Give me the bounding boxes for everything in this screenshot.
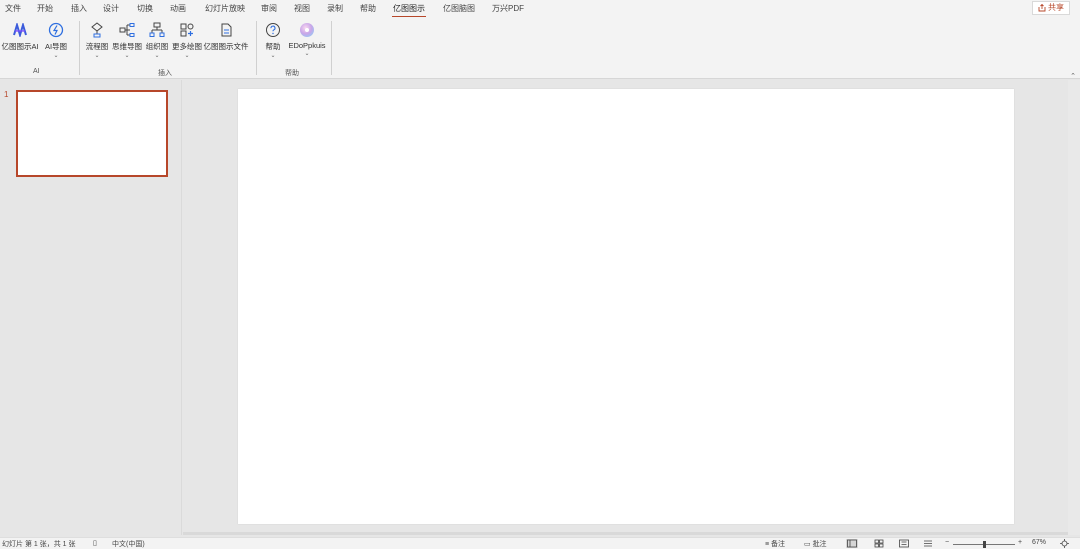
chevron-down-icon: ⌄ [304, 51, 310, 57]
zoom-slider-thumb[interactable] [983, 541, 986, 548]
zoom-in-icon[interactable]: + [1018, 539, 1022, 546]
ai-mindmap-button[interactable]: AI导图 ⌄ [41, 21, 71, 59]
fit-slide-icon[interactable] [1060, 539, 1069, 549]
mindmap-label: 思维导图 [112, 42, 142, 51]
group-label-help: 帮助 [285, 70, 299, 77]
language-status[interactable]: 中文(中国) [112, 539, 145, 549]
horizontal-scrollbar[interactable] [183, 532, 1068, 535]
orgchart-button[interactable]: 组织图 ⌄ [142, 21, 172, 59]
tab-home[interactable]: 开始 [37, 3, 53, 14]
edraw-file-icon [217, 21, 235, 39]
tab-insert[interactable]: 插入 [71, 3, 87, 14]
flowchart-button[interactable]: 流程图 ⌄ [82, 21, 112, 59]
ai-sparkle-icon [47, 21, 65, 39]
tab-view[interactable]: 视图 [294, 3, 310, 14]
tab-animations[interactable]: 动画 [170, 3, 186, 14]
slide-number: 1 [4, 90, 9, 99]
orgchart-icon [148, 21, 166, 39]
slide-sorter-icon[interactable] [873, 539, 885, 548]
slide-canvas[interactable] [238, 89, 1014, 524]
accessibility-icon[interactable]: ▯ [93, 539, 97, 547]
share-label: 共享 [1048, 3, 1064, 12]
group-separator [256, 21, 257, 75]
tab-help[interactable]: 帮助 [360, 3, 376, 14]
slideshow-view-icon[interactable] [922, 539, 934, 548]
edraw-ai-label: 亿图图示AI [1, 42, 39, 51]
group-separator [331, 21, 332, 75]
chevron-down-icon: ⌄ [53, 53, 59, 59]
zoom-out-icon[interactable]: − [945, 539, 949, 546]
help-icon [264, 21, 282, 39]
flowchart-icon [88, 21, 106, 39]
slide-count-status: 幻灯片 第 1 张，共 1 张 [2, 541, 76, 548]
ai-mindmap-label: AI导图 [44, 42, 68, 51]
help-label: 帮助 [265, 42, 281, 51]
slide-thumbnail[interactable] [16, 90, 168, 177]
flowchart-label: 流程图 [85, 42, 109, 51]
tab-edraw[interactable]: 亿图图示 [392, 3, 426, 18]
plugin-label: EDoPpkuis [288, 41, 326, 50]
tab-design[interactable]: 设计 [103, 3, 119, 14]
share-button[interactable]: 共享 [1032, 1, 1070, 15]
group-label-ai: AI [33, 68, 40, 75]
group-label-insert: 插入 [158, 70, 172, 77]
more-diagrams-button[interactable]: 更多绘图 ⌄ [172, 21, 202, 59]
edraw-file-label: 亿图图示文件 [203, 42, 249, 51]
edraw-ai-button[interactable]: 亿图图示AI [1, 21, 39, 52]
tab-wondershare-pdf[interactable]: 万兴PDF [492, 3, 524, 14]
chevron-down-icon: ⌄ [154, 53, 160, 59]
normal-view-icon[interactable] [846, 539, 858, 548]
tab-slideshow[interactable]: 幻灯片放映 [205, 3, 245, 14]
tab-record[interactable]: 录制 [327, 3, 343, 14]
mindmap-icon [118, 21, 136, 39]
tab-review[interactable]: 审阅 [261, 3, 277, 14]
vertical-scrollbar[interactable] [1068, 80, 1080, 535]
plugin-disc-icon [298, 21, 316, 39]
notes-button[interactable]: ≡ 备注 [765, 539, 785, 549]
tab-edraw-mind[interactable]: 亿图脑图 [443, 3, 475, 14]
orgchart-label: 组织图 [145, 42, 169, 51]
reading-view-icon[interactable] [898, 539, 910, 548]
tab-transitions[interactable]: 切换 [137, 3, 153, 14]
pane-divider[interactable] [181, 80, 182, 535]
edraw-file-button[interactable]: 亿图图示文件 [204, 21, 249, 52]
comments-button[interactable]: ▭ 批注 [804, 539, 827, 549]
zoom-level[interactable]: 67% [1032, 539, 1046, 546]
ribbon-tab-bar: 文件 开始 插入 设计 切换 动画 幻灯片放映 审阅 视图 录制 帮助 亿图图示… [0, 0, 1080, 18]
help-button[interactable]: 帮助 ⌄ [258, 21, 288, 59]
chevron-down-icon: ⌄ [124, 53, 130, 59]
notes-label: 备注 [771, 541, 786, 548]
status-bar: 幻灯片 第 1 张，共 1 张 ▯ 中文(中国) ≡ 备注 ▭ 批注 − + 6… [0, 537, 1080, 549]
collapse-ribbon-icon[interactable]: ⌃ [1070, 72, 1076, 80]
chevron-down-icon: ⌄ [94, 53, 100, 59]
tab-file[interactable]: 文件 [5, 3, 21, 14]
ribbon: 亿图图示AI AI导图 ⌄ AI 流程图 ⌄ 思维导图 ⌄ 组织图 ⌄ 更多绘图 [0, 17, 1080, 80]
more-diagrams-label: 更多绘图 [172, 42, 202, 51]
plugin-button[interactable]: EDoPpkuis ⌄ [288, 21, 326, 57]
more-diagrams-icon [178, 21, 196, 39]
share-icon [1038, 4, 1046, 12]
chevron-down-icon: ⌄ [184, 53, 190, 59]
comments-label: 批注 [812, 541, 827, 548]
mindmap-button[interactable]: 思维导图 ⌄ [112, 21, 142, 59]
ai-logo-icon [11, 21, 29, 39]
group-separator [79, 21, 80, 75]
chevron-down-icon: ⌄ [270, 53, 276, 59]
